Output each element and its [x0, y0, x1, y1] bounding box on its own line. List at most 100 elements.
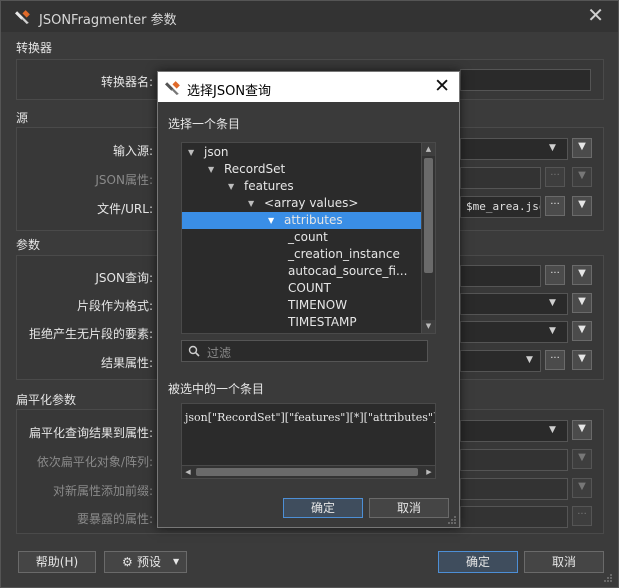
select-item-label: 选择一个条目	[168, 117, 241, 131]
presets-button[interactable]: ⚙ 预设 ▼	[104, 551, 187, 573]
dialog-ok-button[interactable]: 确定	[283, 498, 363, 518]
transformer-name-label: 转换器名:	[100, 75, 153, 89]
file-url-input[interactable]: $me_area.json	[460, 196, 541, 218]
prefix-label: 对新属性添加前缀:	[52, 484, 153, 498]
tree-item[interactable]: ▼ attributes	[182, 212, 422, 229]
cancel-button[interactable]: 取消	[524, 551, 604, 573]
flatten-query-dropdown-button[interactable]: ▼	[572, 420, 592, 440]
dialog-cancel-button[interactable]: 取消	[369, 498, 449, 518]
tree-item-label: autocad_source_fi...	[288, 264, 408, 278]
json-tree[interactable]: ▼ json ▼ RecordSet ▼ features ▼ <array values> ▼…	[181, 142, 436, 334]
json-attr-dropdown-button[interactable]: ▼	[572, 167, 592, 187]
tree-item[interactable]: TIMESTAMP	[182, 314, 422, 331]
fme-wrench-icon	[15, 10, 30, 24]
exposed-attr-input[interactable]	[460, 506, 568, 528]
result-attr-dropdown-button[interactable]: ▼	[572, 350, 592, 370]
expand-arrow-icon[interactable]: ▼	[268, 212, 274, 229]
tree-item[interactable]: ▼ <array values>	[182, 195, 422, 212]
json-attr-more-button[interactable]: ···	[545, 167, 565, 187]
scroll-down-icon[interactable]: ▼	[422, 320, 435, 333]
dialog-title-bar: 选择JSON查询 ✕	[158, 72, 459, 102]
tree-vertical-scrollbar[interactable]: ▲ ▼	[421, 143, 435, 333]
expand-arrow-icon[interactable]: ▼	[228, 178, 234, 195]
close-icon[interactable]: ✕	[587, 5, 604, 25]
dialog-title: 选择JSON查询	[187, 84, 272, 99]
expand-arrow-icon[interactable]: ▼	[188, 144, 194, 161]
title-bar: JSONFragmenter 参数 ✕	[1, 1, 618, 32]
scroll-left-icon[interactable]: ◀	[182, 466, 194, 478]
filter-input[interactable]: 过滤	[181, 340, 428, 362]
tree-item-label: features	[244, 179, 294, 193]
tree-item[interactable]: _count	[182, 229, 422, 246]
gear-icon: ⚙	[122, 555, 133, 569]
json-query-dialog: 选择JSON查询 ✕ 选择一个条目 ▼ json ▼ RecordSet ▼ featur…	[157, 71, 460, 528]
tree-item[interactable]: ▼ RecordSet	[182, 161, 422, 178]
tree-item[interactable]: ▼ json	[182, 144, 422, 161]
chevron-down-icon: ▼	[173, 557, 180, 566]
input-source-dropdown-button[interactable]: ▼	[572, 138, 592, 158]
tree-item-label: RecordSet	[224, 162, 286, 176]
tree-item[interactable]: COUNT	[182, 280, 422, 297]
tree-item-label: COUNT	[288, 281, 331, 295]
json-query-label: JSON查询:	[95, 271, 153, 285]
chevron-down-icon: ▼	[549, 298, 556, 308]
reject-dropdown-button[interactable]: ▼	[572, 321, 592, 341]
expand-arrow-icon[interactable]: ▼	[208, 161, 214, 178]
selected-item-label: 被选中的一个条目	[168, 382, 265, 396]
tree-item[interactable]: autocad_source_fi...	[182, 263, 422, 280]
scroll-up-icon[interactable]: ▲	[422, 143, 435, 156]
tree-item[interactable]: ▼ features	[182, 178, 422, 195]
tree-item-label: _count	[288, 230, 328, 244]
fragment-format-label: 片段作为格式:	[76, 299, 153, 313]
tree-item-label: json	[204, 145, 229, 159]
recursive-dropdown-button[interactable]: ▼	[572, 449, 592, 469]
json-query-input[interactable]	[460, 265, 541, 287]
tree-item-label: <array values>	[264, 196, 359, 210]
prefix-input[interactable]	[460, 478, 568, 500]
section-source: 源	[16, 111, 29, 125]
expand-arrow-icon[interactable]: ▼	[248, 195, 254, 212]
tree-item-label: attributes	[284, 213, 343, 227]
json-query-dropdown-button[interactable]: ▼	[572, 265, 592, 285]
resize-grip-icon[interactable]	[603, 573, 613, 583]
flatten-query-label: 扁平化查询结果到属性:	[28, 426, 153, 440]
close-icon[interactable]: ✕	[434, 76, 450, 96]
chevron-down-icon: ▼	[549, 326, 556, 336]
file-url-dropdown-button[interactable]: ▼	[572, 196, 592, 216]
section-parameters: 参数	[16, 238, 41, 252]
resize-grip-icon[interactable]	[447, 515, 457, 525]
transformer-name-input[interactable]	[460, 69, 591, 91]
help-button[interactable]: 帮助(H)	[18, 551, 96, 573]
section-flatten: 扁平化参数	[16, 393, 77, 407]
fragment-format-dropdown-button[interactable]: ▼	[572, 293, 592, 313]
scroll-thumb[interactable]	[424, 158, 433, 273]
selected-query-value: json["RecordSet"]["features"][*]["attrib…	[185, 411, 436, 424]
filter-placeholder: 过滤	[207, 346, 232, 360]
selected-horizontal-scrollbar[interactable]: ◀ ▶	[182, 465, 435, 478]
recursive-select[interactable]	[460, 449, 568, 471]
chevron-down-icon: ▼	[549, 425, 556, 435]
window-title: JSONFragmenter 参数	[39, 13, 177, 28]
input-source-label: 输入源:	[112, 144, 153, 158]
file-url-label: 文件/URL:	[97, 202, 153, 216]
scroll-thumb[interactable]	[196, 468, 418, 476]
presets-label: 预设	[137, 555, 162, 569]
json-attr-label: JSON属性:	[95, 173, 153, 187]
json-query-more-button[interactable]: ···	[545, 265, 565, 285]
ok-button[interactable]: 确定	[438, 551, 518, 573]
result-attr-more-button[interactable]: ···	[545, 350, 565, 370]
file-url-browse-button[interactable]: ···	[545, 196, 565, 216]
result-attr-label: 结果属性:	[100, 356, 153, 370]
chevron-down-icon: ▼	[526, 355, 533, 365]
tree-item[interactable]: _creation_instance	[182, 246, 422, 263]
prefix-dropdown-button[interactable]: ▼	[572, 478, 592, 498]
tree-item-label: TIMENOW	[288, 298, 348, 312]
tree-item[interactable]: TIMENOW	[182, 297, 422, 314]
tree-item-label: TIMESTAMP	[288, 315, 357, 329]
scroll-right-icon[interactable]: ▶	[423, 466, 435, 478]
chevron-down-icon: ▼	[549, 143, 556, 153]
fme-wrench-icon	[165, 81, 180, 95]
exposed-attr-more-button[interactable]: ···	[572, 506, 592, 526]
json-attr-input[interactable]	[460, 167, 541, 189]
selected-query-text[interactable]: json["RecordSet"]["features"][*]["attrib…	[181, 403, 436, 479]
